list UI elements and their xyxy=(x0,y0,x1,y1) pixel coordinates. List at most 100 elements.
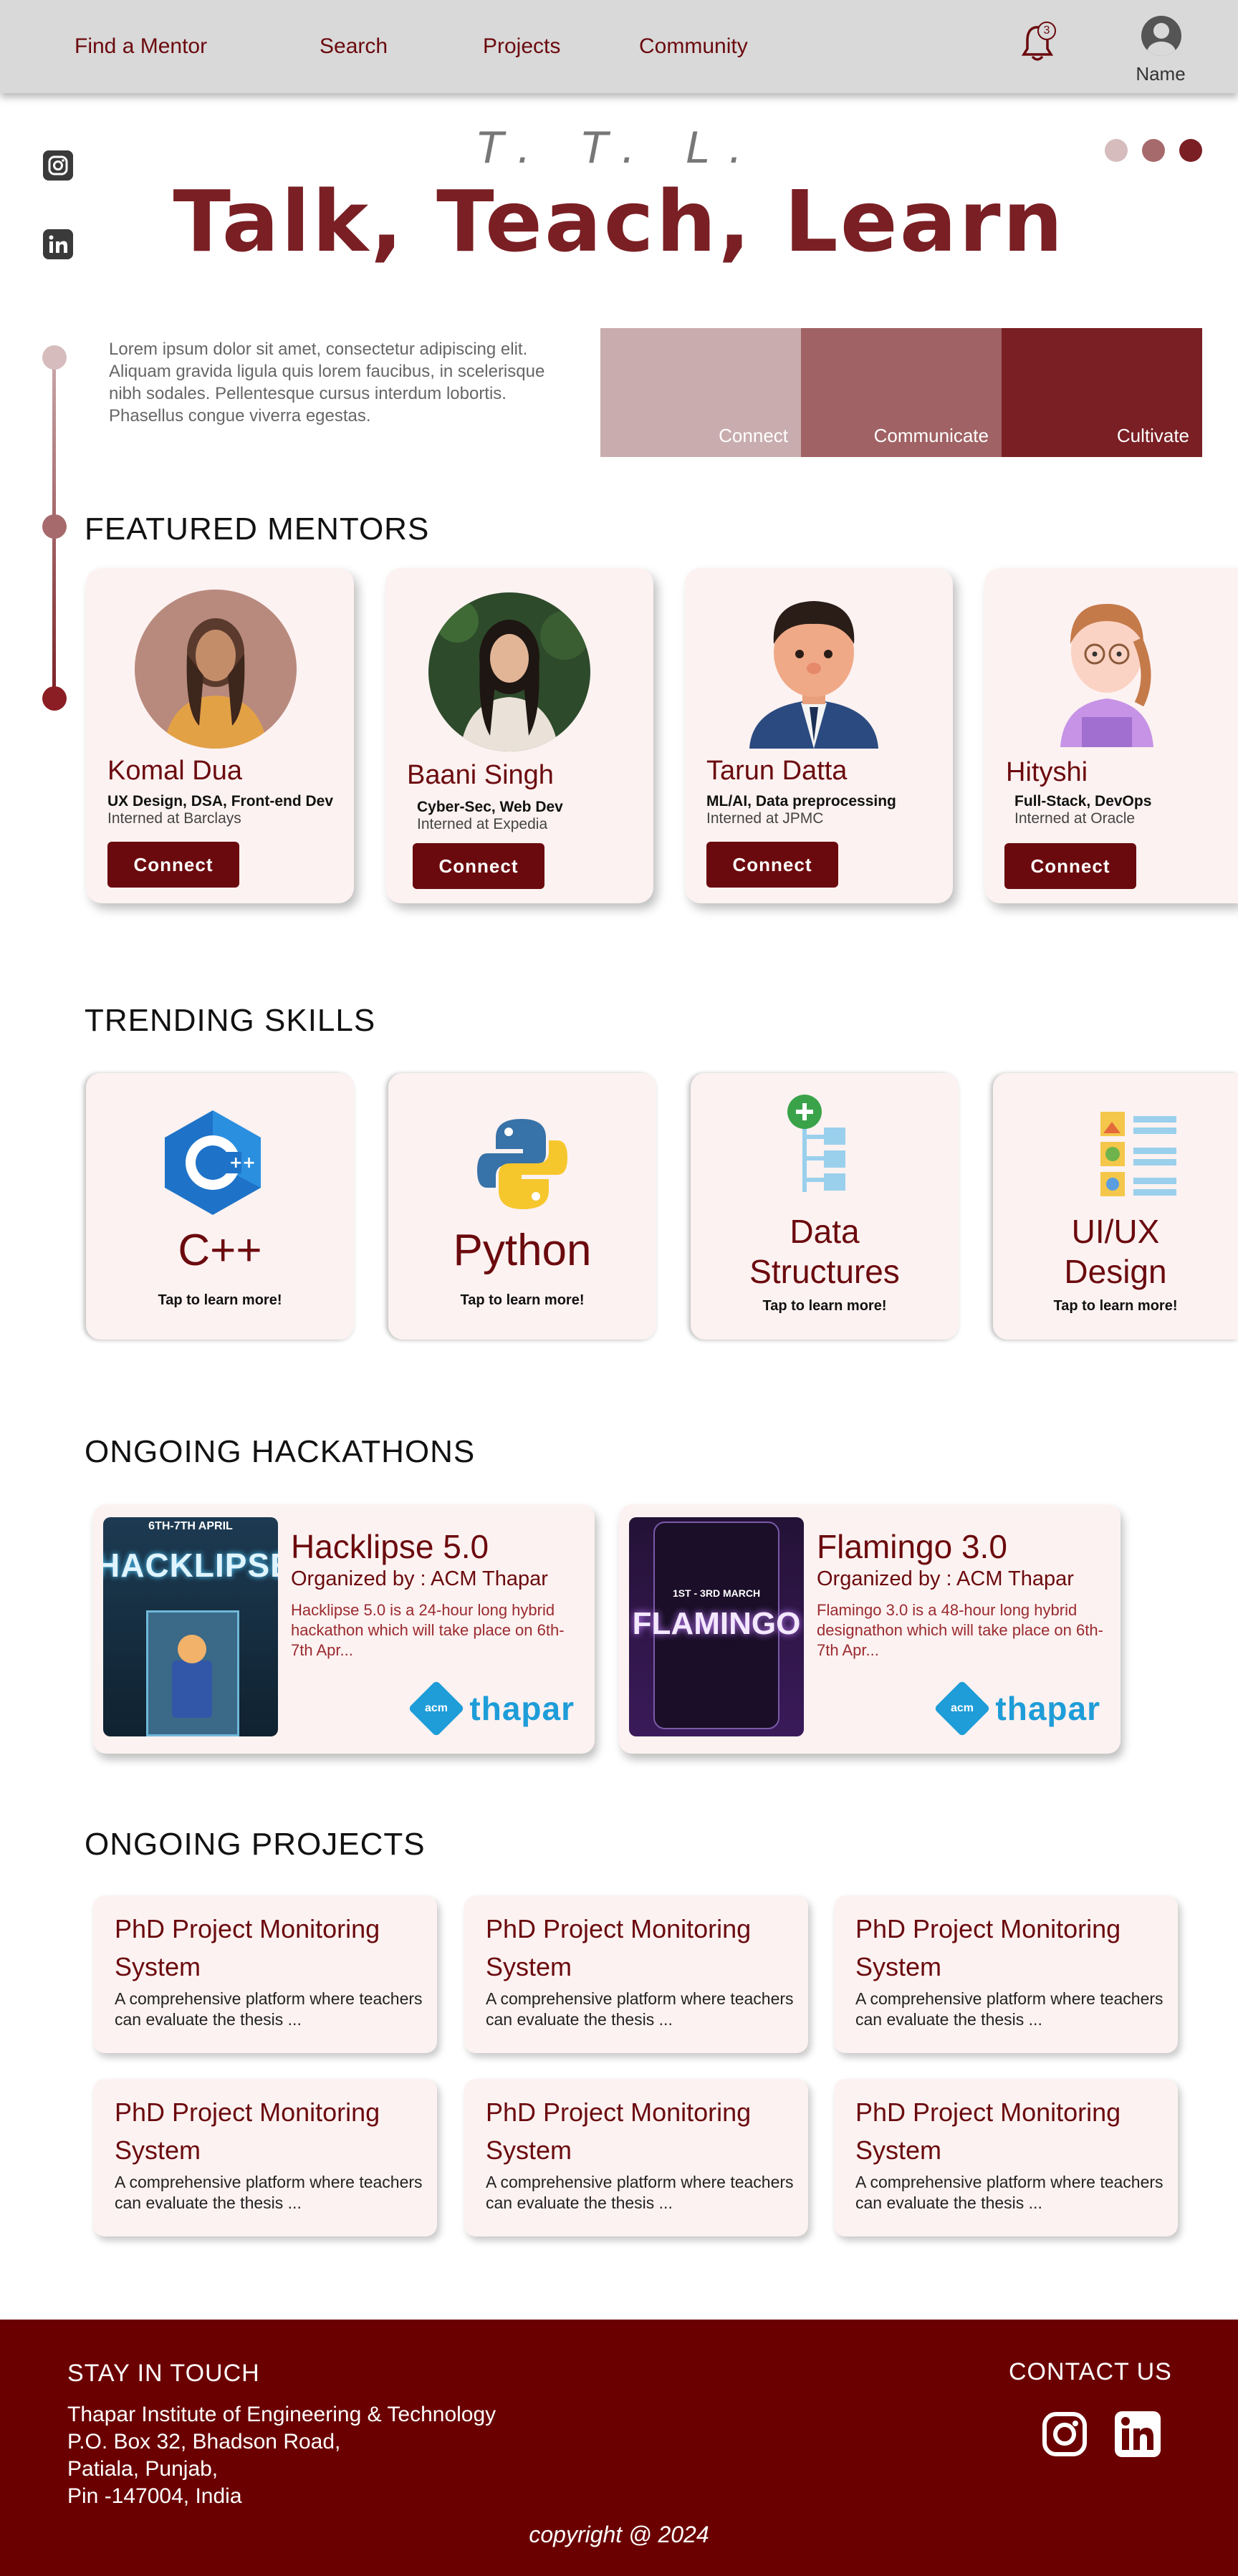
mentor-photo xyxy=(428,592,590,751)
carousel-dot-1[interactable] xyxy=(1105,139,1128,162)
contact-us-heading: CONTACT US xyxy=(1009,2358,1172,2385)
skill-card-cpp[interactable]: ++ C++ Tap to learn more! xyxy=(86,1073,354,1340)
featured-mentors-heading: FEATURED MENTORS xyxy=(85,511,430,547)
project-card[interactable]: PhD Project Monitoring System A comprehe… xyxy=(464,1895,808,2053)
project-card[interactable]: PhD Project Monitoring System A comprehe… xyxy=(464,2079,808,2236)
skill-card-uiux[interactable]: UI/UX Design Tap to learn more! xyxy=(993,1073,1238,1340)
svg-text:++: ++ xyxy=(229,1154,256,1172)
nav-projects[interactable]: Projects xyxy=(483,34,560,59)
ongoing-hackathons-heading: ONGOING HACKATHONS xyxy=(85,1434,476,1469)
mentor-intern: Interned at Oracle xyxy=(1014,810,1136,827)
skill-name: Data xyxy=(790,1213,860,1250)
mentor-photo xyxy=(749,601,878,749)
linkedin-icon[interactable] xyxy=(1115,2411,1161,2457)
mentor-name: Tarun Datta xyxy=(706,756,848,786)
hero-title: Talk, Teach, Learn xyxy=(173,172,1065,271)
project-title: PhD Project Monitoring System xyxy=(115,1914,380,1981)
trending-skills-heading: TRENDING SKILLS xyxy=(85,1003,376,1038)
project-card[interactable]: PhD Project Monitoring System A comprehe… xyxy=(834,1895,1178,2053)
skill-card-data-structures[interactable]: Data Structures Tap to learn more! xyxy=(691,1073,959,1340)
intro-text: Lorem ipsum dolor sit amet, consectetur … xyxy=(109,340,545,426)
nav-search[interactable]: Search xyxy=(320,34,388,59)
mentor-name: Baani Singh xyxy=(407,760,554,790)
nav-find-mentor[interactable]: Find a Mentor xyxy=(75,34,207,59)
hackathon-card[interactable]: 1ST - 3RD MARCH FLAMINGO Flamingo 3.0 Or… xyxy=(619,1504,1121,1754)
hackathon-organizer: Organized by : ACM Thapar xyxy=(291,1567,548,1590)
uiux-icon xyxy=(1100,1112,1176,1196)
timeline-dot xyxy=(42,345,67,370)
hackathon-description: Hacklipse 5.0 is a 24-hour long hybrid h… xyxy=(291,1601,565,1659)
mentor-skills: Cyber-Sec, Web Dev xyxy=(417,799,563,815)
stay-in-touch-heading: STAY IN TOUCH xyxy=(67,2360,260,2387)
project-title: PhD Project Monitoring System xyxy=(855,1914,1121,1981)
hackathon-poster: 6TH-7TH APRIL HACKLIPSE xyxy=(103,1517,278,1736)
mentor-photo xyxy=(1060,604,1153,747)
notification-badge: 3 xyxy=(1037,21,1056,40)
mentor-name: Komal Dua xyxy=(107,756,242,786)
footer: STAY IN TOUCH Thapar Institute of Engine… xyxy=(0,2320,1238,2576)
skill-name-line2: Design xyxy=(1064,1253,1167,1290)
nav-community[interactable]: Community xyxy=(639,34,748,59)
hackathon-title: Hacklipse 5.0 xyxy=(291,1528,489,1565)
connect-button[interactable]: Connect xyxy=(1004,843,1136,889)
connect-button[interactable]: Connect xyxy=(706,842,838,888)
python-icon xyxy=(477,1119,567,1209)
mentor-card[interactable]: Komal Dua UX Design, DSA, Front-end Dev … xyxy=(86,568,354,903)
project-description: A comprehensive platform where teachers … xyxy=(855,2173,1163,2212)
address-line: Patiala, Punjab, xyxy=(67,2457,219,2481)
avatar[interactable] xyxy=(1141,16,1181,56)
mentor-card[interactable]: Baani Singh Cyber-Sec, Web Dev Interned … xyxy=(385,568,653,903)
project-description: A comprehensive platform where teachers … xyxy=(486,1989,794,2029)
timeline-dot xyxy=(42,686,67,711)
carousel-dot-3[interactable] xyxy=(1179,139,1202,162)
project-description: A comprehensive platform where teachers … xyxy=(115,1989,423,2029)
ongoing-projects-heading: ONGOING PROJECTS xyxy=(85,1827,426,1862)
skill-card-python[interactable]: Python Tap to learn more! xyxy=(388,1073,656,1340)
cpp-icon: ++ xyxy=(165,1110,261,1215)
project-description: A comprehensive platform where teachers … xyxy=(486,2173,794,2212)
carousel-dot-2[interactable] xyxy=(1142,139,1165,162)
mentor-skills: ML/AI, Data preprocessing xyxy=(706,793,896,809)
address-line: P.O. Box 32, Bhadson Road, xyxy=(67,2430,341,2454)
instagram-icon[interactable] xyxy=(1042,2411,1088,2457)
project-description: A comprehensive platform where teachers … xyxy=(855,1989,1163,2029)
project-card[interactable]: PhD Project Monitoring System A comprehe… xyxy=(834,2079,1178,2236)
mentor-skills: Full-Stack, DevOps xyxy=(1014,793,1152,809)
mentor-card[interactable]: Hityshi Full-Stack, DevOps Interned at O… xyxy=(984,568,1238,903)
copyright: copyright @ 2024 xyxy=(529,2522,709,2547)
skill-name: C++ xyxy=(178,1226,262,1275)
address-line: Pin -147004, India xyxy=(67,2484,242,2508)
acm-thapar-logo: acm thapar xyxy=(408,1680,575,1737)
address-line: Thapar Institute of Engineering & Techno… xyxy=(67,2403,496,2426)
project-card[interactable]: PhD Project Monitoring System A comprehe… xyxy=(93,2079,437,2236)
mentor-skills: UX Design, DSA, Front-end Dev xyxy=(107,793,334,809)
project-title: PhD Project Monitoring System xyxy=(486,2097,752,2165)
swatch-connect: Connect xyxy=(600,328,801,457)
timeline-dot xyxy=(42,514,67,539)
user-icon xyxy=(1153,23,1169,39)
mentor-intern: Interned at JPMC xyxy=(706,810,824,827)
skill-name: Python xyxy=(453,1226,592,1275)
mentor-intern: Interned at Expedia xyxy=(417,816,548,832)
skill-tap-label: Tap to learn more! xyxy=(1053,1298,1178,1314)
mentor-name: Hityshi xyxy=(1006,757,1088,787)
project-card[interactable]: PhD Project Monitoring System A comprehe… xyxy=(93,1895,437,2053)
hackathon-title: Flamingo 3.0 xyxy=(817,1528,1007,1565)
acm-thapar-logo: acm thapar xyxy=(934,1680,1100,1737)
swatch-cultivate: Cultivate xyxy=(1002,328,1202,457)
skill-tap-label: Tap to learn more! xyxy=(762,1298,887,1314)
connect-button[interactable]: Connect xyxy=(413,843,544,889)
project-title: PhD Project Monitoring System xyxy=(115,2097,380,2165)
connect-button[interactable]: Connect xyxy=(107,842,239,888)
mentor-card[interactable]: Tarun Datta ML/AI, Data preprocessing In… xyxy=(685,568,953,903)
skill-tap-label: Tap to learn more! xyxy=(158,1292,282,1308)
mentor-intern: Interned at Barclays xyxy=(107,810,241,827)
hackathon-card[interactable]: 6TH-7TH APRIL HACKLIPSE Hacklipse 5.0 Or… xyxy=(93,1504,595,1754)
skill-name-line2: Structures xyxy=(749,1253,900,1290)
hackathon-organizer: Organized by : ACM Thapar xyxy=(817,1567,1074,1590)
skill-name: UI/UX xyxy=(1071,1213,1160,1250)
hero-abbrev: T. T. L. xyxy=(477,123,761,173)
skill-tap-label: Tap to learn more! xyxy=(460,1292,585,1308)
mentor-photo xyxy=(135,590,297,749)
swatch-communicate: Communicate xyxy=(801,328,1002,457)
